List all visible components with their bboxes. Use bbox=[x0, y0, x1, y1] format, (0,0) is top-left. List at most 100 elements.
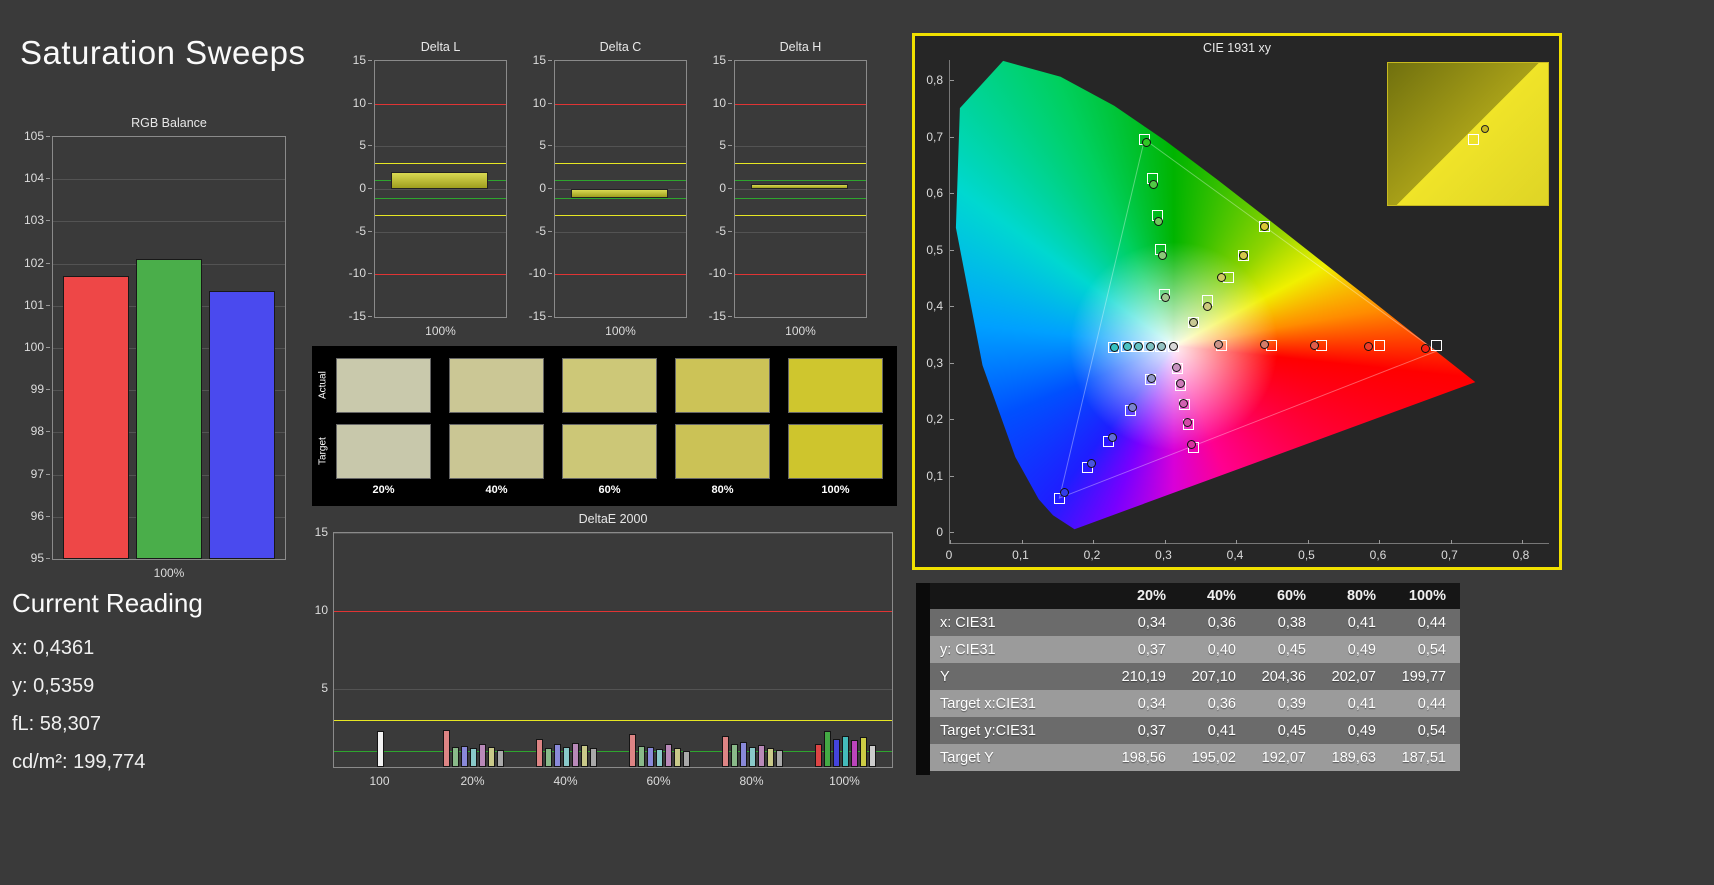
deltae-bar bbox=[731, 743, 738, 767]
y-tick-label: 10 bbox=[352, 95, 366, 110]
y-tickmark bbox=[46, 558, 50, 559]
delta-bar bbox=[570, 189, 668, 199]
delta-l-title: Delta L bbox=[420, 40, 461, 54]
deltae-bar bbox=[572, 742, 579, 767]
y-tickmark bbox=[728, 102, 732, 104]
current-reading: Current Reading x: 0,4361 y: 0,5359 fL: … bbox=[12, 588, 302, 781]
deltae-bar bbox=[536, 738, 543, 767]
limit-line bbox=[735, 197, 866, 199]
cie-measured-point bbox=[1420, 343, 1430, 353]
table-row-label: Target Y bbox=[940, 749, 994, 766]
deltae-bar bbox=[647, 746, 654, 767]
delta-c-title: Delta C bbox=[599, 40, 642, 54]
delta-chart: Delta L 15 10 5 0 -5 -10 -15 100% bbox=[332, 40, 522, 342]
y-tick-label: -5 bbox=[535, 223, 546, 238]
y-tickmark bbox=[46, 515, 50, 517]
deltae-bar bbox=[629, 734, 636, 767]
rgb-balance-plot bbox=[52, 136, 286, 560]
y-tick-label: 0,2 bbox=[926, 412, 943, 426]
cie-target-point bbox=[1373, 340, 1385, 352]
limit-line bbox=[735, 180, 866, 182]
deltae-bar bbox=[842, 735, 849, 767]
bar-green bbox=[136, 259, 202, 559]
table-cell: 0,49 bbox=[1347, 641, 1376, 658]
limit-line bbox=[334, 751, 892, 753]
y-tick-label: 95 bbox=[30, 551, 44, 565]
table-cell: 0,54 bbox=[1417, 641, 1446, 658]
y-tick-label: 0 bbox=[359, 181, 366, 195]
gridline bbox=[334, 689, 892, 690]
x-tick-label: 100% bbox=[829, 774, 860, 788]
deltae-bar bbox=[545, 747, 552, 767]
swatch-target bbox=[675, 424, 770, 479]
cie-measured-point bbox=[1154, 216, 1164, 226]
table-cell: 189,63 bbox=[1331, 749, 1376, 766]
limit-line bbox=[334, 720, 892, 722]
y-tickmark bbox=[368, 230, 372, 232]
y-tick-label: 103 bbox=[23, 213, 44, 228]
delta-yaxis: 15 10 5 0 -5 -10 -15 bbox=[332, 53, 372, 323]
gridline bbox=[375, 189, 506, 190]
calibration-dashboard: Saturation Sweeps RGB Balance 105 104 103 1… bbox=[0, 0, 1714, 885]
y-tickmark bbox=[728, 60, 732, 61]
swatch-col-label: 80% bbox=[711, 484, 734, 496]
delta-l-xlabel: 100% bbox=[425, 324, 456, 338]
deltae-bar bbox=[638, 745, 645, 767]
deltae-bar bbox=[452, 746, 459, 767]
deltae-bar bbox=[554, 743, 561, 767]
gridline bbox=[555, 231, 686, 233]
y-tick-label: 0 bbox=[936, 525, 943, 539]
gridline bbox=[735, 231, 866, 233]
y-tick-label: 0,8 bbox=[926, 73, 943, 87]
table-row: Target Y 198,56 195,02 192,07 189,63 187,51 bbox=[930, 744, 1460, 771]
deltae-bar bbox=[824, 731, 831, 767]
deltae-title: DeltaE 2000 bbox=[578, 512, 648, 526]
cie-measured-point bbox=[1145, 341, 1155, 351]
y-tickmark bbox=[368, 273, 372, 275]
cie-measured-point bbox=[1087, 458, 1097, 468]
reading-y: y: 0,5359 bbox=[12, 675, 95, 697]
y-tick-label: 5 bbox=[321, 681, 328, 695]
y-tick-label: 0,6 bbox=[926, 186, 943, 200]
y-tickmark bbox=[46, 473, 50, 475]
table-cell: 0,49 bbox=[1347, 722, 1376, 739]
y-tick-label: -15 bbox=[348, 309, 366, 323]
cie-table-body: x: CIE31 0,34 0,36 0,38 0,41 0,44 y: CIE31 0,37… bbox=[930, 609, 1460, 771]
y-tick-label: -5 bbox=[355, 223, 366, 238]
table-header bbox=[930, 583, 1110, 609]
y-tick-label: 10 bbox=[712, 95, 726, 110]
limit-line bbox=[735, 274, 866, 276]
deltae-bar bbox=[683, 751, 690, 767]
table-row: Y 210,19 207,10 204,36 202,07 199,77 bbox=[930, 663, 1460, 690]
x-tick-label: 0,2 bbox=[1083, 548, 1101, 562]
current-reading-title: Current Reading bbox=[12, 588, 203, 618]
limit-line bbox=[375, 163, 506, 165]
deltae-yaxis: 15 10 5 bbox=[315, 525, 331, 768]
gridline bbox=[53, 221, 285, 223]
rgb-balance-yaxis: 105 104 103 102 101 100 99 98 97 96 95 bbox=[8, 129, 50, 565]
y-tickmark bbox=[548, 230, 552, 232]
table-row: Target x:CIE31 0,34 0,36 0,39 0,41 0,44 bbox=[930, 690, 1460, 717]
table-cell: 199,77 bbox=[1401, 668, 1446, 685]
table-header: 80% bbox=[1320, 583, 1390, 609]
cie-chart: CIE 1931 xy 0 0,1 0,2 0,3 0,4 0,5 0,6 0,7 0,8 00… bbox=[912, 33, 1562, 570]
table-cell: 0,45 bbox=[1277, 722, 1306, 739]
gridline bbox=[375, 231, 506, 233]
deltae-bar bbox=[869, 745, 876, 767]
table-cell: 0,36 bbox=[1207, 614, 1236, 631]
cie-measured-point bbox=[1202, 301, 1212, 311]
table-cell: 0,41 bbox=[1207, 722, 1236, 739]
cie-table-head-row: 20% 40% 60% 80% 100% bbox=[930, 583, 1460, 609]
y-tickmark bbox=[728, 145, 732, 147]
delta-plot bbox=[374, 60, 507, 318]
cie-measured-point bbox=[1179, 398, 1189, 408]
gridline bbox=[735, 189, 866, 190]
swatch-row-target bbox=[336, 424, 883, 479]
y-tickmark bbox=[368, 316, 372, 317]
delta-chart: Delta C 15 10 5 0 -5 -10 -15 100% bbox=[512, 40, 702, 342]
cie-results-table: 20% 40% 60% 80% 100% x: CIE31 0,34 0,36 0,38 0,4… bbox=[930, 583, 1460, 771]
cie-measured-point bbox=[1122, 342, 1132, 352]
y-tick-label: 0,3 bbox=[926, 355, 943, 370]
y-tick-label: 100 bbox=[23, 340, 44, 354]
table-row-label: Y bbox=[940, 668, 950, 685]
